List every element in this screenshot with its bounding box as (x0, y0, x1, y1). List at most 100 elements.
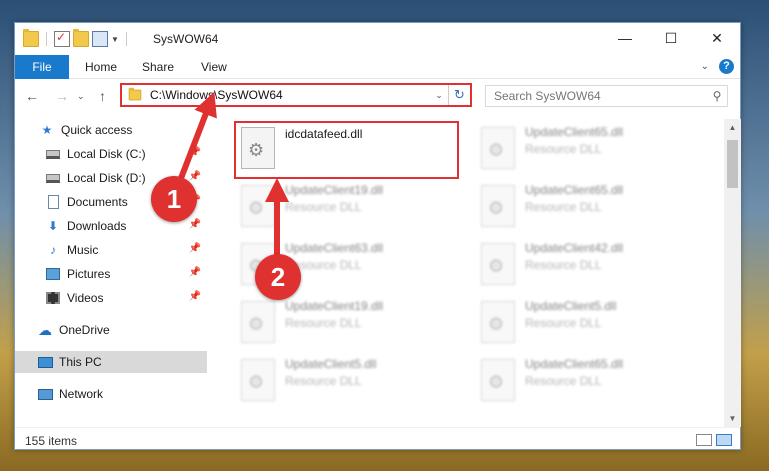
scroll-down-icon[interactable]: ▼ (724, 410, 741, 427)
chevron-down-icon[interactable]: ▼ (111, 35, 119, 44)
scroll-thumb[interactable] (727, 140, 738, 188)
properties-check-icon[interactable] (54, 30, 70, 47)
maximize-button[interactable]: ☐ (648, 23, 694, 53)
search-icon[interactable]: ⚲ (707, 89, 727, 103)
toolbar-separator (125, 32, 127, 46)
sidebar-item-onedrive[interactable]: ☁ OneDrive (15, 319, 207, 341)
network-icon (37, 387, 53, 401)
dll-file-icon (481, 127, 515, 169)
ribbon-right-controls: ⌄ ? (701, 59, 734, 74)
pin-icon[interactable]: 📌 (189, 243, 201, 254)
scroll-up-icon[interactable]: ▲ (724, 119, 741, 136)
file-type: Resource DLL (285, 374, 362, 388)
window-title: SysWOW64 (153, 32, 219, 46)
disk-icon (45, 171, 61, 185)
file-type: Resource DLL (525, 200, 602, 214)
step-badge-2: 2 (255, 254, 301, 300)
expand-ribbon-icon[interactable]: ⌄ (701, 61, 709, 72)
file-tile[interactable]: UpdateClient5.dll Resource DLL (237, 355, 465, 409)
sidebar-item-music[interactable]: ♪ Music 📌 (15, 239, 207, 261)
tab-view[interactable]: View (201, 55, 227, 79)
file-type: Resource DLL (285, 200, 362, 214)
music-icon: ♪ (50, 243, 56, 257)
forward-arrow-icon[interactable]: → (55, 88, 69, 104)
close-button[interactable]: ✕ (694, 23, 740, 53)
sidebar-item-label: Network (59, 387, 104, 401)
pin-icon[interactable]: 📌 (189, 267, 201, 278)
search-input[interactable] (494, 89, 707, 103)
customize-toolbar-icon[interactable] (92, 31, 108, 47)
file-type: Resource DLL (525, 316, 602, 330)
sidebar-item-label: Music (67, 243, 99, 257)
details-view-icon[interactable] (696, 434, 712, 446)
file-tile[interactable]: UpdateClient19.dll Resource DLL (237, 181, 465, 235)
file-tile[interactable]: UpdateClient65.dll Resource DLL (477, 181, 705, 235)
sidebar-item-label: Local Disk (C:) (67, 147, 146, 161)
pin-icon[interactable]: 📌 (189, 171, 201, 182)
view-buttons (696, 434, 732, 446)
help-icon[interactable]: ? (719, 59, 734, 74)
address-bar[interactable]: C:\Windows\SysWOW64 ⌄ ↻ (120, 83, 472, 107)
dll-file-icon (241, 127, 275, 169)
sidebar-item-this-pc[interactable]: This PC (15, 351, 207, 373)
address-dropdown-icon[interactable]: ⌄ (430, 90, 448, 101)
sidebar-item-label: Pictures (67, 267, 111, 281)
pin-icon[interactable]: 📌 (189, 219, 201, 230)
title-bar: ▼ SysWOW64 — ☐ ✕ (15, 23, 740, 55)
sidebar-item-label: Quick access (61, 123, 133, 137)
up-arrow-icon[interactable]: ↑ (99, 88, 106, 104)
pin-icon[interactable]: 📌 (189, 147, 201, 158)
recent-locations-icon[interactable]: ⌄ (77, 91, 85, 102)
file-tile[interactable]: UpdateClient65.dll Resource DLL (477, 355, 705, 409)
refresh-icon[interactable]: ↻ (448, 85, 470, 105)
tab-share[interactable]: Share (142, 55, 174, 79)
pictures-icon (45, 267, 61, 281)
search-box[interactable]: ⚲ (485, 85, 728, 107)
tab-home[interactable]: Home (85, 55, 117, 79)
sidebar-item-local-disk-c[interactable]: Local Disk (C:) 📌 (15, 143, 207, 165)
navigation-bar: ← → ⌄ ↑ C:\Windows\SysWOW64 ⌄ ↻ ⚲ (15, 80, 740, 112)
file-name: UpdateClient19.dll (285, 183, 384, 197)
vertical-scrollbar[interactable]: ▲ ▼ (724, 119, 741, 427)
dll-file-icon (481, 301, 515, 343)
explorer-window: ▼ SysWOW64 — ☐ ✕ File Home Share View ⌄ … (14, 22, 741, 450)
file-type: Resource DLL (525, 142, 602, 156)
file-type: Resource DLL (285, 316, 362, 330)
sidebar-item-pictures[interactable]: Pictures 📌 (15, 263, 207, 285)
sidebar-item-network[interactable]: Network (15, 383, 207, 405)
sidebar-item-videos[interactable]: Videos 📌 (15, 287, 207, 309)
dll-file-icon (241, 359, 275, 401)
window-controls: — ☐ ✕ (602, 23, 740, 53)
sidebar-item-label: Local Disk (D:) (67, 171, 146, 185)
pin-icon[interactable]: 📌 (189, 291, 201, 302)
step-badge-1: 1 (151, 176, 197, 222)
sidebar-item-label: This PC (59, 355, 102, 369)
dll-file-icon (241, 301, 275, 343)
file-tile-idcdatafeed[interactable]: idcdatafeed.dll (237, 123, 465, 177)
back-arrow-icon[interactable]: ← (25, 88, 39, 104)
folder-icon (23, 29, 39, 47)
tab-file[interactable]: File (15, 55, 69, 79)
minimize-button[interactable]: — (602, 23, 648, 53)
status-bar: 155 items (15, 427, 740, 451)
file-name: UpdateClient5.dll (525, 299, 617, 313)
file-name: UpdateClient65.dll (525, 357, 624, 371)
dll-file-icon (241, 185, 275, 227)
toolbar-separator (46, 32, 47, 46)
file-tile[interactable]: UpdateClient5.dll Resource DLL (477, 297, 705, 351)
sidebar-item-quick-access[interactable]: ★ Quick access (15, 119, 207, 141)
large-icons-view-icon[interactable] (716, 434, 732, 446)
file-tile[interactable]: UpdateClient42.dll Resource DLL (477, 239, 705, 293)
address-path[interactable]: C:\Windows\SysWOW64 (150, 88, 430, 102)
file-tile[interactable]: UpdateClient65.dll Resource DLL (477, 123, 705, 177)
item-count: 155 items (25, 434, 78, 448)
file-tile[interactable]: UpdateClient19.dll Resource DLL (237, 297, 465, 351)
sidebar-item-label: Downloads (67, 219, 127, 233)
file-name: UpdateClient63.dll (285, 241, 384, 255)
disk-icon (45, 147, 61, 161)
downloads-icon: ⬇ (47, 219, 59, 233)
this-pc-icon (37, 355, 53, 369)
new-folder-icon[interactable] (73, 29, 89, 47)
file-name: UpdateClient65.dll (525, 125, 624, 139)
dll-file-icon (481, 243, 515, 285)
